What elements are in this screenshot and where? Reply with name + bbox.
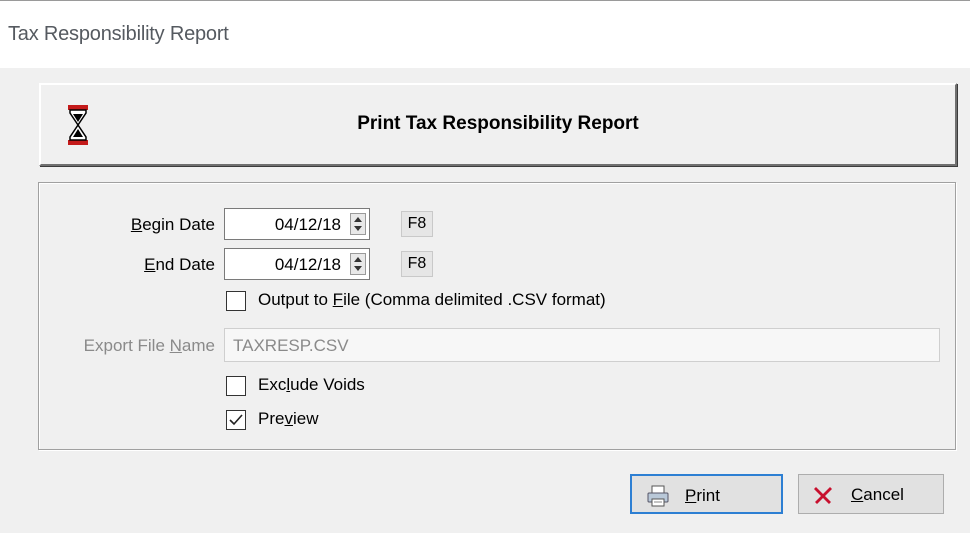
export-file-name-label: Export File Name: [83, 336, 215, 355]
export-file-name-value: TAXRESP.CSV: [233, 336, 349, 355]
red-x-icon: [813, 485, 833, 510]
end-date-label: End Date: [144, 255, 215, 274]
window-title: Tax Responsibility Report: [8, 23, 229, 45]
end-date-spinner[interactable]: [350, 253, 366, 275]
end-date-input[interactable]: 04/12/18: [224, 248, 370, 280]
preview-label[interactable]: Preview: [258, 409, 318, 429]
begin-date-value: 04/12/18: [274, 215, 341, 234]
printer-icon: [646, 485, 670, 512]
header-button-label: Print Tax Responsibility Report: [357, 113, 639, 134]
print-button[interactable]: Print: [630, 474, 783, 514]
begin-date-input[interactable]: 04/12/18: [224, 208, 370, 240]
end-date-f8-button[interactable]: F8: [401, 251, 433, 277]
print-button-label: Print: [685, 486, 720, 505]
print-report-header-button[interactable]: Print Tax Responsibility Report: [39, 83, 957, 166]
cancel-button[interactable]: Cancel: [798, 474, 944, 514]
preview-checkbox[interactable]: [226, 410, 246, 430]
exclude-voids-label[interactable]: Exclude Voids: [258, 375, 365, 395]
output-to-file-checkbox[interactable]: [226, 291, 246, 311]
title-bar[interactable]: Tax Responsibility Report: [0, 0, 970, 68]
begin-date-label: Begin Date: [130, 215, 215, 234]
output-to-file-label[interactable]: Output to File (Comma delimited .CSV for…: [258, 290, 606, 310]
begin-date-f8-button[interactable]: F8: [401, 211, 433, 237]
exclude-voids-checkbox[interactable]: [226, 376, 246, 396]
export-file-name-input[interactable]: TAXRESP.CSV: [224, 328, 940, 362]
dialog-window: Tax Responsibility Report Print Tax Resp…: [0, 0, 970, 533]
checkmark-icon: [229, 414, 243, 426]
end-date-value: 04/12/18: [274, 255, 341, 274]
cancel-button-label: Cancel: [851, 485, 904, 504]
begin-date-spinner[interactable]: [350, 213, 366, 235]
